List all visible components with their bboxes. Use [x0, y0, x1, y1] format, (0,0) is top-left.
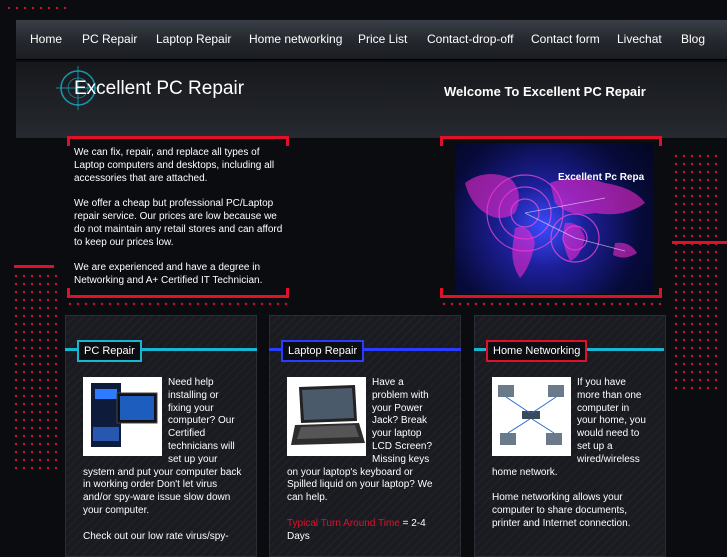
- nav-home-networking[interactable]: Home networking: [249, 20, 342, 59]
- nav-laptop-repair[interactable]: Laptop Repair: [156, 20, 231, 59]
- desktop-computer-image: [83, 377, 162, 456]
- intro-paragraph: We can fix, repair, and replace all type…: [74, 147, 275, 184]
- nav-price-list[interactable]: Price List: [358, 20, 407, 59]
- laptop-repair-heading[interactable]: Laptop Repair: [281, 340, 365, 362]
- left-red-bar: [14, 265, 54, 268]
- intro-text: We can fix, repair, and replace all type…: [74, 147, 286, 301]
- site-header: [16, 62, 727, 138]
- home-networking-text-more: Home networking allows your computer to …: [492, 492, 631, 529]
- right-red-bar: [672, 241, 727, 244]
- right-side-dots: [672, 152, 722, 392]
- left-side-dots: [12, 272, 58, 472]
- nav-pc-repair[interactable]: PC Repair: [82, 20, 137, 59]
- turnaround-label: Typical Turn Around Time: [287, 517, 400, 529]
- intro-paragraph: We are experienced and have a degree in …: [74, 262, 263, 286]
- site-title[interactable]: Excellent PC Repair: [74, 78, 244, 100]
- nav-livechat[interactable]: Livechat: [617, 20, 662, 59]
- hero-bottom-dots: [440, 300, 666, 308]
- intro-paragraph: We offer a cheap but professional PC/Lap…: [74, 198, 283, 248]
- laptop-image: [287, 377, 366, 456]
- home-networking-body: If you have more than one computer in yo…: [492, 377, 647, 531]
- welcome-heading: Welcome To Excellent PC Repair: [444, 84, 646, 99]
- intro-bottom-dots: [66, 300, 292, 308]
- hero-caption: Excellent Pc Repa: [558, 172, 645, 183]
- network-diagram-image: [492, 377, 571, 456]
- nav-contact-form[interactable]: Contact form: [531, 20, 600, 59]
- pc-repair-body: Need help installing or fixing your comp…: [83, 377, 243, 543]
- pc-repair-heading[interactable]: PC Repair: [77, 340, 142, 362]
- home-networking-heading[interactable]: Home Networking: [486, 340, 588, 362]
- top-left-dots: [5, 4, 67, 12]
- nav-home[interactable]: Home: [30, 20, 62, 59]
- laptop-repair-body: Have a problem with your Power Jack? Bre…: [287, 377, 437, 543]
- main-nav: Home PC Repair Laptop Repair Home networ…: [16, 20, 727, 60]
- world-map-graphic-icon: [465, 174, 645, 278]
- nav-contact-drop-off[interactable]: Contact-drop-off: [427, 20, 514, 59]
- hero-world-map-image: [455, 143, 653, 294]
- pc-repair-text-more: Check out our low rate virus/spy-: [83, 530, 229, 542]
- nav-blog[interactable]: Blog: [681, 20, 705, 59]
